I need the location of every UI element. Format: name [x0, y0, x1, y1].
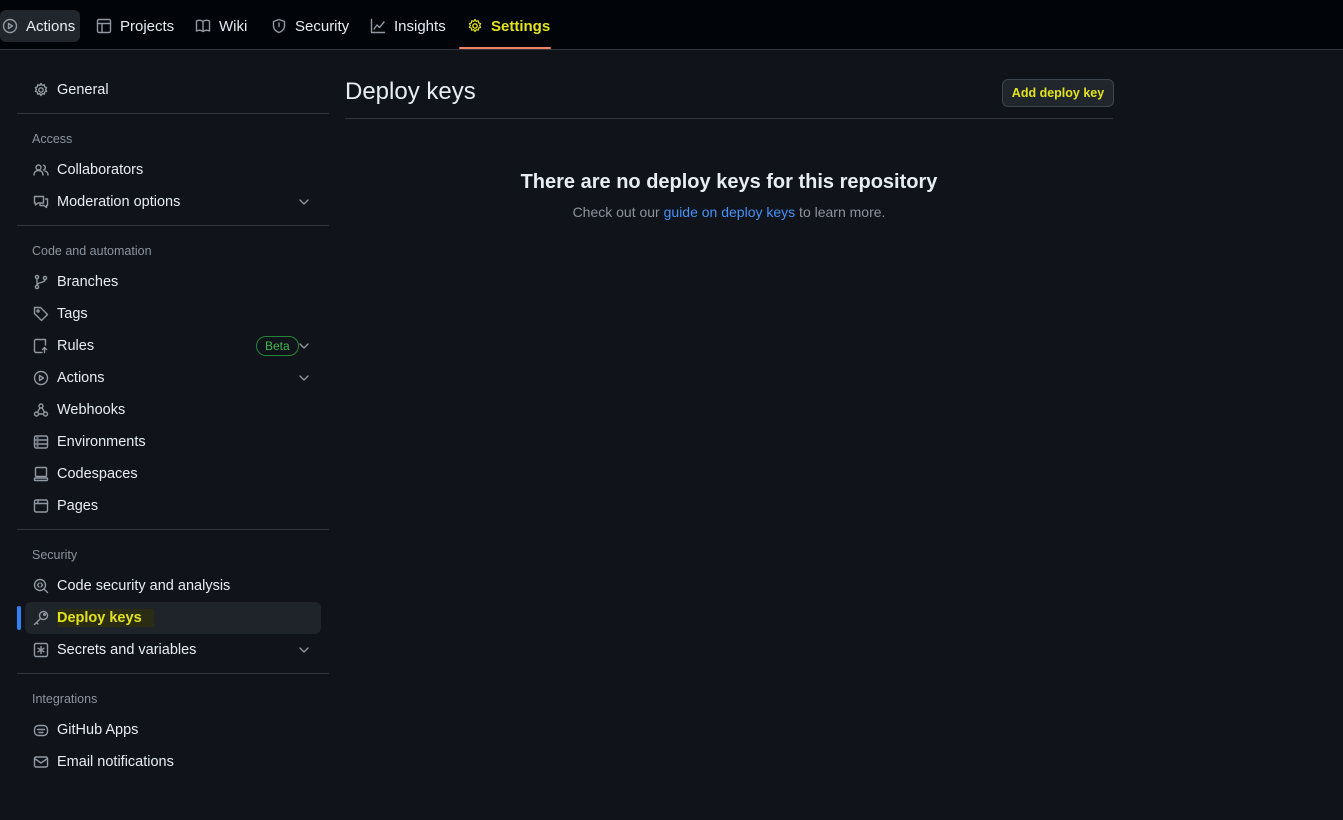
sidebar-item-label: GitHub Apps: [57, 722, 139, 738]
webhook-icon: [33, 402, 49, 418]
sidebar-item-label: Environments: [57, 434, 146, 450]
chevron-down-icon: [297, 195, 311, 209]
empty-desc-prefix: Check out our: [572, 204, 664, 220]
sidebar-item-moderation-options[interactable]: Moderation options: [25, 186, 321, 218]
sidebar-item-label: Webhooks: [57, 402, 126, 418]
sidebar-item-branches[interactable]: Branches: [25, 266, 321, 298]
sidebar-item-label: Branches: [57, 274, 119, 290]
key-icon: [33, 610, 49, 626]
chevron-down-icon: [297, 643, 311, 657]
play-circle-icon: [2, 18, 18, 34]
sidebar-divider: [17, 225, 329, 226]
sidebar-item-github-apps[interactable]: GitHub Apps: [25, 714, 321, 746]
page-title: Deploy keys: [345, 78, 476, 105]
settings-sidebar: General Access Collaborators Moderation …: [17, 0, 329, 820]
sidebar-item-label: Rules: [57, 338, 95, 354]
empty-state-title: There are no deploy keys for this reposi…: [520, 171, 938, 193]
sidebar-divider: [17, 529, 329, 530]
sidebar-item-environments[interactable]: Environments: [25, 426, 321, 458]
sidebar-item-label: Secrets and variables: [57, 642, 197, 658]
section-heading-access: Access: [32, 132, 73, 146]
sidebar-item-label: Email notifications: [57, 754, 174, 770]
tab-label: Settings: [491, 17, 551, 35]
server-icon: [33, 434, 49, 450]
section-heading-code-automation: Code and automation: [32, 244, 152, 258]
sidebar-divider: [17, 113, 329, 114]
sidebar-item-pages[interactable]: Pages: [25, 490, 321, 522]
sidebar-item-secrets-variables[interactable]: Secrets and variables: [25, 634, 321, 666]
git-branch-icon: [33, 274, 49, 290]
hubot-icon: [33, 722, 49, 738]
sidebar-item-email-notifications[interactable]: Email notifications: [25, 746, 321, 778]
sidebar-item-label: Codespaces: [57, 466, 138, 482]
sidebar-item-general[interactable]: General: [25, 74, 321, 106]
sidebar-item-rules[interactable]: Rules Beta: [25, 330, 321, 362]
add-deploy-key-button[interactable]: Add deploy key: [1002, 79, 1114, 107]
sidebar-item-codespaces[interactable]: Codespaces: [25, 458, 321, 490]
sidebar-item-label: Tags: [57, 306, 88, 322]
sidebar-item-webhooks[interactable]: Webhooks: [25, 394, 321, 426]
title-divider: [345, 118, 1113, 119]
codespaces-icon: [33, 466, 49, 482]
sidebar-item-code-security-analysis[interactable]: Code security and analysis: [25, 570, 321, 602]
comment-discussion-icon: [33, 194, 49, 210]
sidebar-item-tags[interactable]: Tags: [25, 298, 321, 330]
key-asterisk-icon: [33, 642, 49, 658]
sidebar-item-deploy-keys[interactable]: Deploy keys: [25, 602, 321, 634]
tag-icon: [33, 306, 49, 322]
repo-push-icon: [33, 338, 49, 354]
sidebar-item-collaborators[interactable]: Collaborators: [25, 154, 321, 186]
people-icon: [33, 162, 49, 178]
chevron-down-icon: [297, 371, 311, 385]
sidebar-item-label: Deploy keys: [57, 609, 154, 627]
beta-badge: Beta: [256, 336, 299, 356]
graph-icon: [370, 18, 386, 34]
mail-icon: [33, 754, 49, 770]
sidebar-divider: [17, 673, 329, 674]
sidebar-item-label: Pages: [57, 498, 99, 514]
sidebar-item-label: Collaborators: [57, 162, 144, 178]
sidebar-item-label: Actions: [57, 370, 105, 386]
chevron-down-icon: [297, 339, 311, 353]
section-heading-security: Security: [32, 548, 78, 562]
section-heading-integrations: Integrations: [32, 692, 98, 706]
codescan-icon: [33, 578, 49, 594]
sidebar-item-label: Moderation options: [57, 194, 181, 210]
play-circle-icon: [33, 370, 49, 386]
selected-tab-underline: [459, 47, 551, 49]
browser-icon: [33, 498, 49, 514]
active-item-indicator: [17, 606, 21, 630]
tab-insights[interactable]: Insights: [370, 10, 446, 42]
tab-settings[interactable]: Settings: [467, 10, 550, 42]
empty-desc-suffix: to learn more.: [795, 204, 886, 220]
sidebar-item-label: General: [57, 82, 109, 98]
sidebar-item-actions[interactable]: Actions: [25, 362, 321, 394]
gear-icon: [33, 82, 49, 98]
empty-state-description: Check out our guide on deploy keys to le…: [345, 204, 1113, 220]
tab-label: Insights: [394, 17, 446, 35]
sidebar-item-label: Code security and analysis: [57, 578, 231, 594]
guide-deploy-keys-link[interactable]: guide on deploy keys: [664, 204, 796, 220]
gear-icon: [467, 18, 483, 34]
